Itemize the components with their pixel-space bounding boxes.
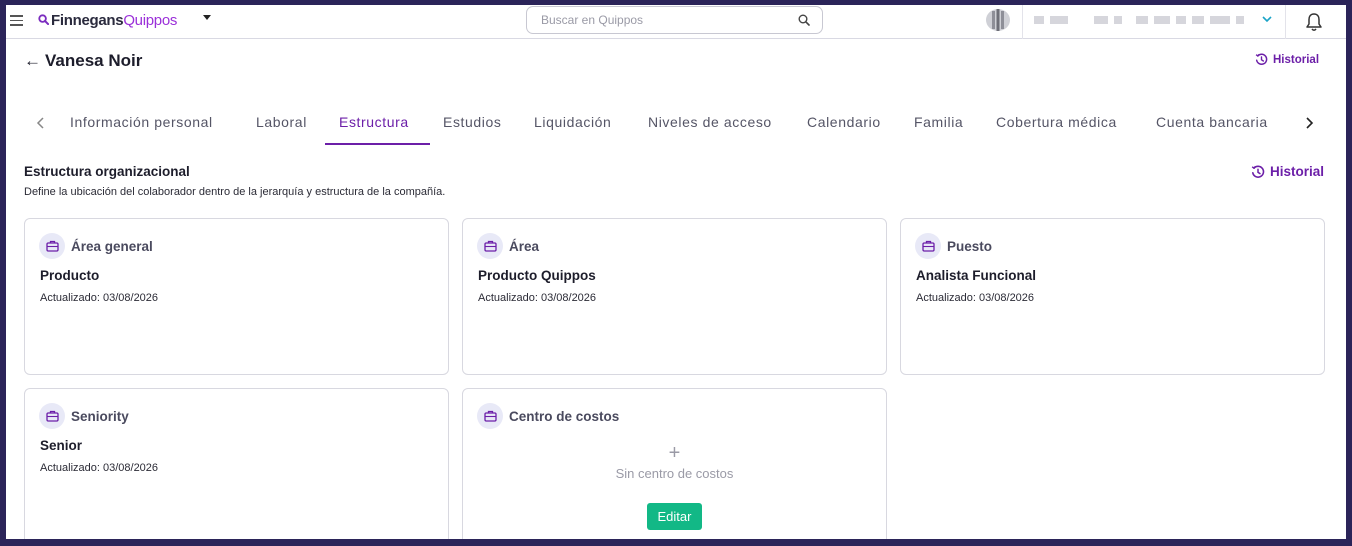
card-updated: Actualizado: 03/08/2026 — [916, 292, 1035, 304]
briefcase-icon — [477, 233, 503, 259]
user-info-redacted[interactable] — [1034, 10, 1250, 30]
history-icon — [1255, 53, 1268, 65]
card-title: Puesto — [947, 238, 993, 254]
company-logo-icon — [986, 9, 1010, 31]
briefcase-icon — [39, 233, 65, 259]
card-updated: Actualizado: 03/08/2026 — [40, 462, 159, 474]
card-value: Analista Funcional — [916, 268, 1037, 283]
card-value: Senior — [40, 438, 83, 453]
empty-state-text: Sin centro de costos — [615, 466, 734, 481]
edit-button[interactable]: Editar — [647, 503, 702, 530]
history-link-section[interactable]: Historial — [1251, 164, 1324, 179]
chevron-right-icon[interactable] — [1302, 115, 1316, 131]
card-updated: Actualizado: 03/08/2026 — [40, 292, 159, 304]
card-centro-de-costos: Centro de costos + Sin centro de costos … — [462, 388, 887, 539]
brand-logo[interactable]: Finnegans Quippos — [38, 12, 177, 29]
history-label: Historial — [1273, 53, 1320, 66]
briefcase-icon — [915, 233, 941, 259]
tab-estructura[interactable]: Estructura — [339, 114, 409, 130]
history-link-top[interactable]: Historial — [1255, 53, 1319, 66]
chevron-down-icon[interactable] — [1262, 14, 1272, 24]
tab-cuenta-bancaria[interactable]: Cuenta bancaria — [1156, 114, 1268, 130]
card-updated: Actualizado: 03/08/2026 — [478, 292, 597, 304]
briefcase-icon — [477, 403, 503, 429]
tab-calendario[interactable]: Calendario — [807, 114, 881, 130]
card-area: Área Producto Quippos Actualizado: 03/08… — [462, 218, 887, 375]
brand-name-part2: Quippos — [123, 12, 178, 29]
tab-niveles-de-acceso[interactable]: Niveles de acceso — [648, 114, 772, 130]
arrow-left-icon: ← — [24, 51, 41, 70]
search-bar — [526, 6, 823, 34]
card-puesto: Puesto Analista Funcional Actualizado: 0… — [900, 218, 1325, 375]
card-title: Área — [509, 238, 540, 254]
search-icon[interactable] — [798, 14, 810, 26]
bell-icon[interactable] — [1305, 12, 1323, 32]
card-title: Seniority — [71, 408, 129, 424]
search-input[interactable] — [541, 13, 791, 27]
active-tab-indicator — [325, 143, 430, 145]
card-title: Área general — [71, 238, 153, 254]
divider — [1022, 5, 1023, 39]
card-value: Producto Quippos — [478, 268, 596, 283]
card-title: Centro de costos — [509, 408, 620, 424]
section-title: Estructura organizacional — [24, 164, 190, 179]
back-button[interactable]: ← Vanesa Noir — [24, 51, 142, 71]
card-area-general: Área general Producto Actualizado: 03/08… — [24, 218, 449, 375]
briefcase-icon — [39, 403, 65, 429]
brand-name-part1: Finnegans — [51, 12, 124, 29]
tab-informacion-personal[interactable]: Información personal — [70, 114, 213, 130]
brand-search-icon — [38, 13, 50, 28]
caret-down-icon[interactable] — [203, 15, 211, 20]
tab-bar: Información personal Laboral Estructura … — [6, 105, 1346, 147]
tab-cobertura-medica[interactable]: Cobertura médica — [996, 114, 1117, 130]
app-frame: Finnegans Quippos ← Vanesa Noir — [6, 5, 1346, 539]
plus-icon[interactable]: + — [463, 442, 886, 465]
section-subtitle: Define la ubicación del colaborador dent… — [24, 186, 446, 198]
tab-familia[interactable]: Familia — [914, 114, 963, 130]
divider — [1285, 5, 1286, 39]
tab-liquidacion[interactable]: Liquidación — [534, 114, 611, 130]
history-label: Historial — [1270, 164, 1325, 179]
tab-laboral[interactable]: Laboral — [256, 114, 307, 130]
history-icon — [1251, 165, 1265, 178]
tab-estudios[interactable]: Estudios — [443, 114, 502, 130]
employee-name: Vanesa Noir — [45, 51, 143, 70]
card-seniority: Seniority Senior Actualizado: 03/08/2026 — [24, 388, 449, 539]
card-value: Producto — [40, 268, 100, 283]
hamburger-icon[interactable] — [10, 15, 23, 27]
chevron-left-icon[interactable] — [34, 115, 48, 131]
top-bar: Finnegans Quippos — [6, 5, 1346, 39]
